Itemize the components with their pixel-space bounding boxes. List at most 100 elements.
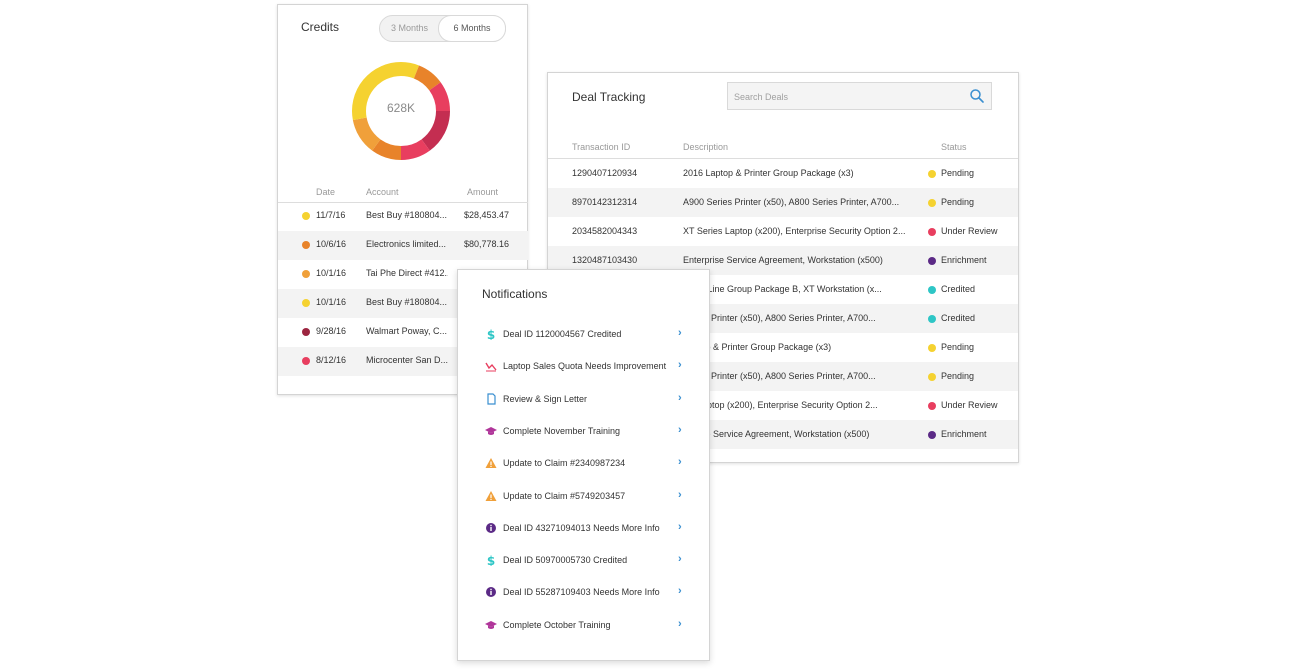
- notification-label: Deal ID 55287109403 Needs More Info: [503, 587, 660, 598]
- chevron-right-icon[interactable]: ›: [678, 553, 682, 565]
- donut-segment: [400, 139, 430, 160]
- status-dot: [928, 199, 936, 207]
- deal-status: Credited: [941, 313, 976, 323]
- status-dot: [928, 315, 936, 323]
- warning-icon: [485, 458, 497, 469]
- credit-amount: $80,778.16: [464, 239, 510, 249]
- credit-account: Microcenter San D...: [366, 355, 448, 365]
- chevron-right-icon[interactable]: ›: [678, 521, 682, 533]
- notification-item[interactable]: $ Deal ID 50970005730 Credited ›: [458, 546, 710, 578]
- credit-date: 10/1/16: [316, 297, 347, 307]
- credit-date: 11/7/16: [316, 210, 346, 220]
- deal-status: Enrichment: [941, 255, 987, 265]
- notification-label: Review & Sign Letter: [503, 393, 588, 404]
- donut-segment: [413, 65, 441, 91]
- notification-item[interactable]: Review & Sign Letter ›: [458, 385, 710, 417]
- notification-label: Laptop Sales Quota Needs Improvement: [503, 361, 667, 372]
- deal-row[interactable]: 2034582004343 XT Series Laptop (x200), En…: [548, 217, 1018, 246]
- credit-account: Walmart Poway, C...: [366, 326, 448, 336]
- notification-label: Update to Claim #2340987234: [503, 458, 626, 469]
- credit-account: Electronics limited...: [366, 239, 447, 249]
- status-dot: [928, 257, 936, 265]
- chevron-right-icon[interactable]: ›: [678, 618, 682, 630]
- status-dot: [928, 170, 936, 178]
- range-3-months[interactable]: 3 Months: [380, 16, 439, 41]
- status-dot: [302, 212, 310, 220]
- credit-date: 9/28/16: [316, 326, 347, 336]
- donut-segment: [372, 139, 402, 160]
- deal-description: Enterprise Service Agreement, Workstatio…: [683, 255, 883, 265]
- range-toggle[interactable]: 3 Months 6 Months: [379, 15, 506, 42]
- status-dot: [928, 431, 936, 439]
- credit-account: Best Buy #180804...: [366, 297, 448, 307]
- trend-down-icon: [485, 362, 497, 372]
- deal-row[interactable]: 8970142312314 A900 Series Printer (x50), …: [548, 188, 1018, 217]
- status-dot: [928, 402, 936, 410]
- chevron-right-icon[interactable]: ›: [678, 392, 682, 404]
- status-dot: [928, 344, 936, 352]
- col-account: Account: [366, 187, 399, 197]
- search-deals-input[interactable]: Search Deals: [727, 82, 992, 110]
- deal-description: XT Series Laptop (x200), Enterprise Secu…: [683, 226, 906, 236]
- deal-description: Series Printer (x50), A800 Series Printe…: [683, 313, 876, 323]
- deal-status: Credited: [941, 284, 976, 294]
- deal-description: Laptop & Printer Group Package (x3): [683, 342, 832, 352]
- donut-segment: [400, 62, 420, 79]
- credits-total: 628K: [386, 101, 416, 115]
- credit-date: 10/6/16: [316, 239, 347, 249]
- chevron-right-icon[interactable]: ›: [678, 327, 682, 339]
- dollar-icon: $: [487, 554, 495, 566]
- donut-segment: [352, 117, 381, 151]
- notification-item[interactable]: Update to Claim #5749203457 ›: [458, 482, 710, 514]
- col-status: Status: [941, 142, 967, 152]
- credit-row[interactable]: 10/6/16 Electronics limited... $80,778.16: [278, 231, 528, 260]
- credit-date: 8/12/16: [316, 355, 347, 365]
- notification-label: Complete November Training: [503, 425, 621, 436]
- deal-description: ies Laptop (x200), Enterprise Security O…: [683, 400, 878, 410]
- notification-item[interactable]: Laptop Sales Quota Needs Improvement ›: [458, 352, 710, 384]
- deal-status: Pending: [941, 371, 975, 381]
- notification-label: Deal ID 50970005730 Credited: [503, 555, 628, 566]
- notification-item[interactable]: Complete November Training ›: [458, 417, 710, 449]
- credit-row[interactable]: 11/7/16 Best Buy #180804... $28,453.47: [278, 202, 528, 231]
- notification-item[interactable]: $ Deal ID 1120004567 Credited ›: [458, 320, 710, 352]
- credit-account: Best Buy #180804...: [366, 210, 448, 220]
- range-6-months[interactable]: 6 Months: [438, 15, 506, 42]
- deal-status: Pending: [941, 342, 975, 352]
- notification-item[interactable]: Complete October Training ›: [458, 611, 710, 643]
- col-date: Date: [316, 187, 336, 197]
- transaction-id: 1320487103430: [572, 255, 638, 265]
- status-dot: [302, 270, 310, 278]
- deal-row[interactable]: 1290407120934 2016 Laptop & Printer Group…: [548, 159, 1018, 188]
- search-icon[interactable]: [969, 88, 985, 104]
- deal-description: oduct Line Group Package B, XT Workstati…: [683, 284, 882, 294]
- donut-segment: [429, 82, 450, 112]
- credits-title: Credits: [301, 20, 340, 34]
- status-dot: [928, 228, 936, 236]
- status-dot: [302, 357, 310, 365]
- deal-status: Enrichment: [941, 429, 987, 439]
- donut-segment: [421, 110, 450, 151]
- notifications-panel: Notifications $ Deal ID 1120004567 Credit…: [457, 269, 710, 661]
- deal-description: 2016 Laptop & Printer Group Package (x3): [683, 168, 854, 178]
- chevron-right-icon[interactable]: ›: [678, 456, 682, 468]
- transaction-id: 8970142312314: [572, 197, 638, 207]
- chevron-right-icon[interactable]: ›: [678, 585, 682, 597]
- chevron-right-icon[interactable]: ›: [678, 424, 682, 436]
- notification-label: Deal ID 1120004567 Credited: [503, 329, 622, 339]
- notification-label: Update to Claim #5749203457: [503, 490, 626, 501]
- notification-item[interactable]: Deal ID 55287109403 Needs More Info ›: [458, 578, 710, 610]
- status-dot: [302, 328, 310, 336]
- chevron-right-icon[interactable]: ›: [678, 489, 682, 501]
- info-icon: [486, 587, 496, 598]
- deal-tracking-title: Deal Tracking: [572, 90, 646, 104]
- chevron-right-icon[interactable]: ›: [678, 359, 682, 371]
- credit-account: Tai Phe Direct #412...: [366, 268, 448, 278]
- warning-icon: [485, 490, 497, 501]
- notification-item[interactable]: Update to Claim #2340987234 ›: [458, 449, 710, 481]
- notification-item[interactable]: Deal ID 43271094013 Needs More Info ›: [458, 514, 710, 546]
- info-icon: [486, 522, 496, 533]
- svg-text:$: $: [487, 328, 495, 340]
- transaction-id: 2034582004343: [572, 226, 638, 236]
- svg-text:$: $: [487, 554, 495, 566]
